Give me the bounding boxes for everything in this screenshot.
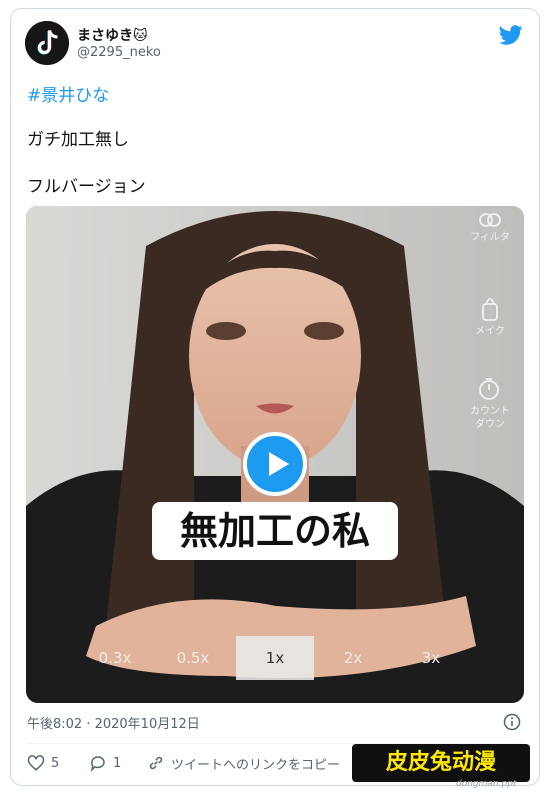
makeup-tool: メイク — [462, 296, 518, 338]
info-icon[interactable] — [503, 713, 521, 731]
like-count: 5 — [51, 755, 60, 771]
copy-link-label: ツイートへのリンクをコピー — [171, 757, 341, 773]
zoom-option-selected: 1x — [236, 636, 314, 680]
zoom-option: 2x — [343, 649, 363, 667]
zoom-option: 0.3x — [98, 649, 132, 667]
copy-link-button[interactable]: ツイートへのリンクをコピー — [147, 753, 340, 773]
countdown-tool: カウント ダウン — [462, 376, 518, 431]
play-button[interactable] — [243, 432, 307, 496]
filter-tool: フィルタ — [462, 212, 518, 244]
watermark-logo: 皮皮兔动漫 — [352, 744, 530, 782]
zoom-option: 0.5x — [176, 649, 210, 667]
countdown-label: カウント — [470, 406, 510, 417]
hashtag-link[interactable]: #景井ひな — [27, 81, 109, 106]
reply-icon — [90, 756, 105, 772]
timer-icon — [479, 378, 499, 400]
heart-icon — [27, 755, 45, 771]
video-caption: 無加工の私 — [152, 502, 398, 560]
user-handle[interactable]: @2295_neko — [77, 45, 161, 60]
makeup-icon — [482, 298, 498, 321]
display-name[interactable]: まさゆき🐱 — [77, 25, 148, 45]
filter-label: フィルタ — [470, 232, 510, 243]
zoom-option: 3x — [421, 649, 441, 667]
avatar[interactable] — [25, 21, 69, 65]
tweet-text-line: フルバージョン — [27, 177, 146, 197]
video-player[interactable]: フィルタ メイク カウント ダウン 無加工の私 0.3x 0.5x 1x 2x … — [26, 206, 524, 703]
tiktok-logo-icon — [25, 21, 69, 65]
tweet-text-line: ガチ加工無し — [27, 130, 129, 150]
countdown-label: ダウン — [475, 419, 505, 430]
twitter-bird-icon[interactable] — [499, 23, 523, 47]
reply-count: 1 — [113, 755, 122, 771]
makeup-label: メイク — [475, 326, 505, 337]
like-button[interactable]: 5 — [27, 753, 59, 773]
link-icon — [149, 756, 163, 770]
watermark-url: dongman.ppt — [456, 779, 517, 789]
reply-button[interactable]: 1 — [89, 753, 121, 773]
tweet-card: まさゆき🐱 @2295_neko #景井ひな ガチ加工無し フルバージョン フィ… — [10, 8, 540, 786]
filter-icon — [479, 213, 501, 227]
timestamp[interactable]: 午後8:02 · 2020年10月12日 — [27, 713, 200, 732]
